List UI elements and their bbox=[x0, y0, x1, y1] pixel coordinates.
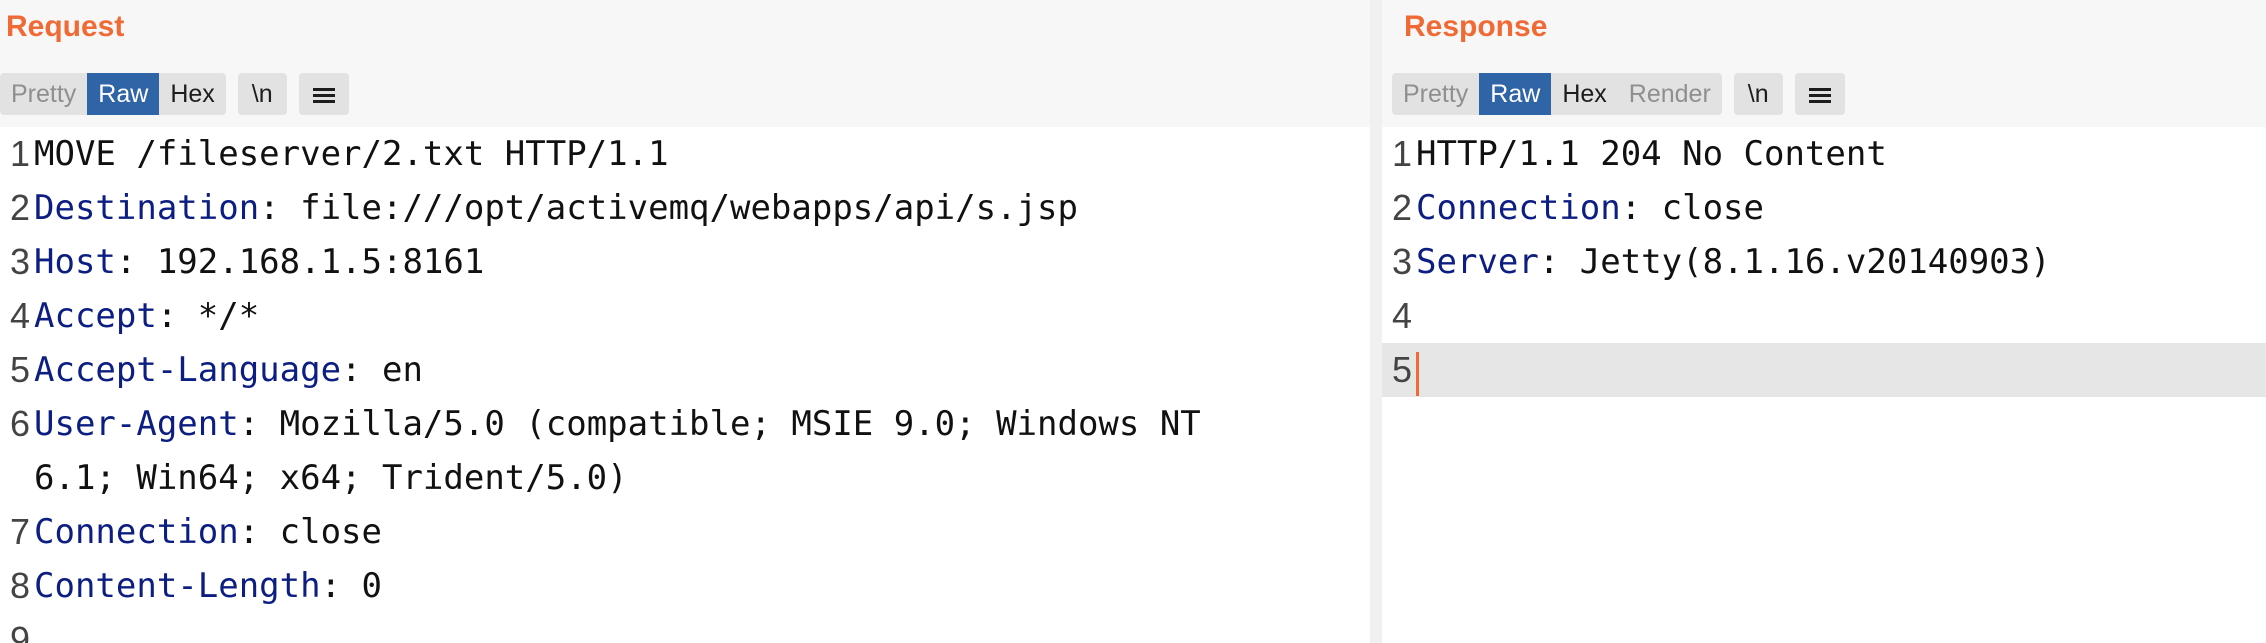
request-tab-hex[interactable]: Hex bbox=[159, 73, 225, 115]
header-key: Connection bbox=[34, 512, 239, 552]
line-number: 4 bbox=[1391, 295, 1412, 336]
line-number: 9 bbox=[9, 619, 30, 643]
line-number: 5 bbox=[1391, 349, 1412, 390]
response-newline-toggle[interactable]: \n bbox=[1733, 73, 1783, 115]
request-newline-toggle[interactable]: \n bbox=[237, 73, 287, 115]
request-panel: Request Pretty Raw Hex \n 1 MOVE /filese… bbox=[0, 0, 1370, 643]
header-value: : close bbox=[1620, 188, 1764, 228]
response-tab-raw[interactable]: Raw bbox=[1479, 73, 1552, 115]
line-number: 6 bbox=[9, 403, 30, 444]
response-menu-button[interactable] bbox=[1794, 73, 1845, 115]
request-editor[interactable]: 1 MOVE /fileserver/2.txt HTTP/1.1 2 Dest… bbox=[0, 127, 1370, 643]
panel-splitter[interactable] bbox=[1370, 0, 1382, 643]
line-number: 7 bbox=[9, 511, 30, 552]
response-header: Response Pretty Raw Hex Render \n bbox=[1382, 0, 2266, 127]
line-number: 1 bbox=[9, 133, 30, 174]
line-number: 2 bbox=[9, 187, 30, 228]
line-number: 5 bbox=[9, 349, 30, 390]
request-toolbar: Pretty Raw Hex \n bbox=[0, 73, 361, 115]
header-value: : */* bbox=[156, 296, 260, 336]
response-toolbar: Pretty Raw Hex Render \n bbox=[1392, 73, 1857, 115]
request-line: 7 Connection: close bbox=[0, 505, 1370, 559]
header-value-continued: 6.1; Win64; x64; Trident/5.0) bbox=[34, 458, 628, 498]
header-key: Accept-Language bbox=[34, 350, 342, 390]
header-value: : en bbox=[341, 350, 423, 390]
request-tab-raw[interactable]: Raw bbox=[87, 73, 160, 115]
header-value: MOVE /fileserver/2.txt HTTP/1.1 bbox=[34, 134, 669, 174]
line-number: 1 bbox=[1391, 133, 1412, 174]
hamburger-menu-icon bbox=[312, 88, 335, 104]
response-line: 1 HTTP/1.1 204 No Content bbox=[1382, 127, 2266, 181]
header-value: HTTP/1.1 204 No Content bbox=[1416, 134, 1887, 174]
response-line-current: 5 bbox=[1382, 343, 2266, 397]
line-number: 4 bbox=[9, 295, 30, 336]
line-number: 3 bbox=[1391, 241, 1412, 282]
response-tab-pretty[interactable]: Pretty bbox=[1392, 73, 1479, 115]
header-value: : Mozilla/5.0 (compatible; MSIE 9.0; Win… bbox=[238, 404, 1201, 444]
response-view-tabs: Pretty Raw Hex Render bbox=[1392, 73, 1722, 115]
request-view-tabs: Pretty Raw Hex bbox=[0, 73, 226, 115]
request-line: 5 Accept-Language: en bbox=[0, 343, 1370, 397]
header-value: : 192.168.1.5:8161 bbox=[115, 242, 485, 282]
request-line: 4 Accept: */* bbox=[0, 289, 1370, 343]
response-line: 2 Connection: close bbox=[1382, 181, 2266, 235]
header-value: : close bbox=[238, 512, 382, 552]
response-tab-render[interactable]: Render bbox=[1618, 73, 1722, 115]
header-key: User-Agent bbox=[34, 404, 239, 444]
header-key: Connection bbox=[1416, 188, 1621, 228]
response-panel: Response Pretty Raw Hex Render \n 1 HTTP… bbox=[1382, 0, 2266, 643]
header-key: Destination bbox=[34, 188, 260, 228]
request-line: 3 Host: 192.168.1.5:8161 bbox=[0, 235, 1370, 289]
request-title: Request bbox=[6, 10, 125, 43]
response-editor[interactable]: 1 HTTP/1.1 204 No Content 2 Connection: … bbox=[1382, 127, 2266, 643]
request-tab-pretty[interactable]: Pretty bbox=[0, 73, 87, 115]
line-number: 3 bbox=[9, 241, 30, 282]
request-line: 6 User-Agent: Mozilla/5.0 (compatible; M… bbox=[0, 397, 1370, 451]
header-key: Content-Length bbox=[34, 566, 321, 606]
header-value: : Jetty(8.1.16.v20140903) bbox=[1538, 242, 2051, 282]
response-line: 3 Server: Jetty(8.1.16.v20140903) bbox=[1382, 235, 2266, 289]
request-header: Request Pretty Raw Hex \n bbox=[0, 0, 1370, 127]
header-key: Host bbox=[34, 242, 116, 282]
header-value: : 0 bbox=[320, 566, 382, 606]
hamburger-menu-icon bbox=[1808, 88, 1831, 104]
request-line: 2 Destination: file:///opt/activemq/weba… bbox=[0, 181, 1370, 235]
response-tab-hex[interactable]: Hex bbox=[1551, 73, 1617, 115]
header-key: Server bbox=[1416, 242, 1539, 282]
header-key: Accept bbox=[34, 296, 157, 336]
request-line: 1 MOVE /fileserver/2.txt HTTP/1.1 bbox=[0, 127, 1370, 181]
request-menu-button[interactable] bbox=[298, 73, 349, 115]
line-number: 2 bbox=[1391, 187, 1412, 228]
request-line-wrap: 6.1; Win64; x64; Trident/5.0) bbox=[0, 451, 1370, 505]
response-line: 4 bbox=[1382, 289, 2266, 343]
request-line: 9 bbox=[0, 613, 1370, 643]
response-title: Response bbox=[1404, 10, 1548, 43]
header-value: : file:///opt/activemq/webapps/api/s.jsp bbox=[259, 188, 1078, 228]
request-line: 8 Content-Length: 0 bbox=[0, 559, 1370, 613]
text-caret bbox=[1416, 352, 1419, 396]
line-number: 8 bbox=[9, 565, 30, 606]
